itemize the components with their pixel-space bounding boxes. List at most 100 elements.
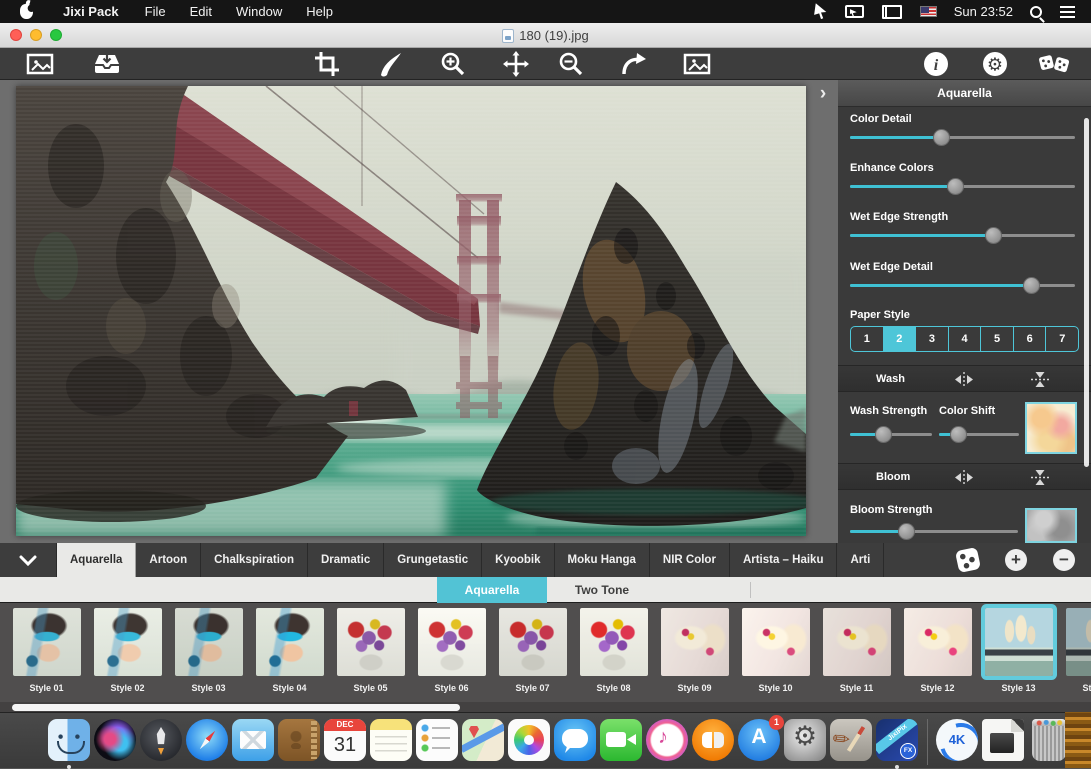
dock-app[interactable] [138, 718, 184, 768]
dock-app-icon[interactable] [462, 719, 504, 761]
slider[interactable] [850, 136, 1075, 139]
style-thumbnail[interactable]: Style 06 [411, 608, 492, 693]
style-thumbnail[interactable]: Style 03 [168, 608, 249, 693]
style-thumbnail-image[interactable] [337, 608, 405, 676]
dock-app[interactable] [874, 718, 920, 768]
bloom-strength-slider[interactable] [850, 530, 1018, 533]
panel-scrollbar[interactable] [1084, 118, 1089, 467]
style-thumbnail-image[interactable] [661, 608, 729, 676]
input-flag-us-icon[interactable] [920, 6, 937, 17]
slider-knob[interactable] [950, 426, 967, 443]
style-thumbnail-image[interactable] [904, 608, 972, 676]
style-thumbnail-image[interactable] [175, 608, 243, 676]
flip-vertical-icon[interactable] [1030, 371, 1050, 393]
slider[interactable] [850, 185, 1075, 188]
zoom-out-button[interactable] [552, 50, 590, 78]
sub-tab[interactable]: Two Tone [547, 577, 657, 603]
thumbnail-scrollbar-track[interactable] [0, 702, 1091, 712]
preset-tab[interactable]: Kyoobik [482, 543, 554, 577]
style-thumbnail-image[interactable] [742, 608, 810, 676]
dock-app-icon[interactable] [1032, 719, 1066, 761]
preset-tab[interactable]: Artoon [136, 543, 201, 577]
bloom-section-header[interactable]: Bloom [838, 463, 1091, 490]
dock-app-icon[interactable] [508, 719, 550, 761]
paper-style-option[interactable]: 7 [1045, 327, 1078, 351]
dock-app[interactable] [46, 718, 92, 768]
sub-tab[interactable]: Aquarella [437, 577, 547, 603]
add-preset-button[interactable]: + [1005, 549, 1027, 571]
remove-preset-button[interactable]: − [1053, 549, 1075, 571]
slider-knob[interactable] [933, 129, 950, 146]
dock-app-icon[interactable] [600, 719, 642, 761]
preset-tab[interactable]: Grungetastic [384, 543, 482, 577]
style-thumbnail[interactable]: Style 10 [735, 608, 816, 693]
dock-app[interactable] [230, 718, 276, 768]
zoom-in-button[interactable] [434, 50, 472, 78]
dock-app[interactable] [598, 718, 644, 768]
preset-tab[interactable]: Arti [837, 543, 884, 577]
style-thumbnail[interactable]: Style 08 [573, 608, 654, 693]
preset-tab[interactable]: Dramatic [308, 543, 384, 577]
style-thumbnail-image[interactable] [94, 608, 162, 676]
dock-app[interactable] [506, 718, 552, 768]
preset-tab[interactable]: Chalkspiration [201, 543, 308, 577]
menubar-clock[interactable]: Sun 23:52 [946, 4, 1021, 19]
dock-app[interactable] [980, 718, 1026, 768]
watercolor-preview[interactable] [16, 86, 806, 536]
paper-style-option[interactable]: 1 [851, 327, 883, 351]
menu-item[interactable]: Help [294, 0, 345, 23]
dock-app[interactable] [552, 718, 598, 768]
dock-app-icon[interactable] [692, 719, 734, 761]
dock-app[interactable]: DEC 31 [322, 718, 368, 768]
flip-horizontal-icon[interactable] [954, 469, 974, 491]
preset-tab[interactable]: Moku Hanga [555, 543, 650, 577]
screen-mirroring-icon[interactable] [845, 5, 864, 18]
randomize-dice-button[interactable] [1035, 50, 1073, 78]
dock-app-icon[interactable] [927, 719, 928, 765]
dock-app-icon[interactable] [94, 719, 136, 761]
apple-menu-icon[interactable] [20, 4, 33, 19]
style-thumbnail-image[interactable] [418, 608, 486, 676]
style-thumbnail-image[interactable] [13, 608, 81, 676]
wash-section-header[interactable]: Wash [838, 365, 1091, 392]
style-thumbnail[interactable]: Style 04 [249, 608, 330, 693]
dock-app[interactable] [276, 718, 322, 768]
slider[interactable] [850, 284, 1075, 287]
dock-app-icon[interactable] [370, 719, 412, 761]
dock-app-icon[interactable] [876, 719, 918, 761]
style-thumbnail[interactable]: Style 05 [330, 608, 411, 693]
dock-app[interactable] [644, 718, 690, 768]
app-menu[interactable]: Jixi Pack [51, 0, 133, 23]
style-thumbnail[interactable]: Style 02 [87, 608, 168, 693]
crop-button[interactable] [308, 50, 346, 78]
preset-tab[interactable]: Artista – Haiku [730, 543, 838, 577]
dock-app[interactable] [920, 718, 934, 768]
dock-app[interactable] [92, 718, 138, 768]
pan-button[interactable] [497, 50, 535, 78]
preset-tab[interactable]: NIR Color [650, 543, 730, 577]
dock-app[interactable] [368, 718, 414, 768]
paper-style-option[interactable]: 4 [948, 327, 981, 351]
dock-app-icon[interactable] [982, 719, 1024, 761]
panel-collapse-chevron[interactable]: › [812, 84, 834, 106]
dock-app[interactable] [460, 718, 506, 768]
dock-app[interactable] [690, 718, 736, 768]
dock-app-icon[interactable] [936, 719, 978, 761]
dock-app-icon[interactable] [186, 719, 228, 761]
style-thumbnail[interactable]: Style 13 [978, 608, 1059, 693]
dock-app[interactable] [828, 718, 874, 768]
wash-texture-swatch[interactable] [1025, 402, 1077, 454]
paper-style-option[interactable]: 3 [915, 327, 948, 351]
style-thumbnail[interactable]: Style 09 [654, 608, 735, 693]
slider-knob[interactable] [947, 178, 964, 195]
flip-vertical-icon[interactable] [1030, 469, 1050, 491]
slider[interactable] [850, 234, 1075, 237]
bloom-texture-swatch[interactable] [1025, 508, 1077, 543]
style-thumbnail-image[interactable] [580, 608, 648, 676]
slider-knob[interactable] [875, 426, 892, 443]
style-thumbnail[interactable]: Style 07 [492, 608, 573, 693]
notification-list-icon[interactable] [1060, 6, 1075, 18]
settings-button[interactable]: ⚙ [976, 50, 1014, 78]
dock-app-icon[interactable]: DEC 31 [324, 719, 366, 761]
preset-tab[interactable]: Aquarella [57, 543, 136, 577]
